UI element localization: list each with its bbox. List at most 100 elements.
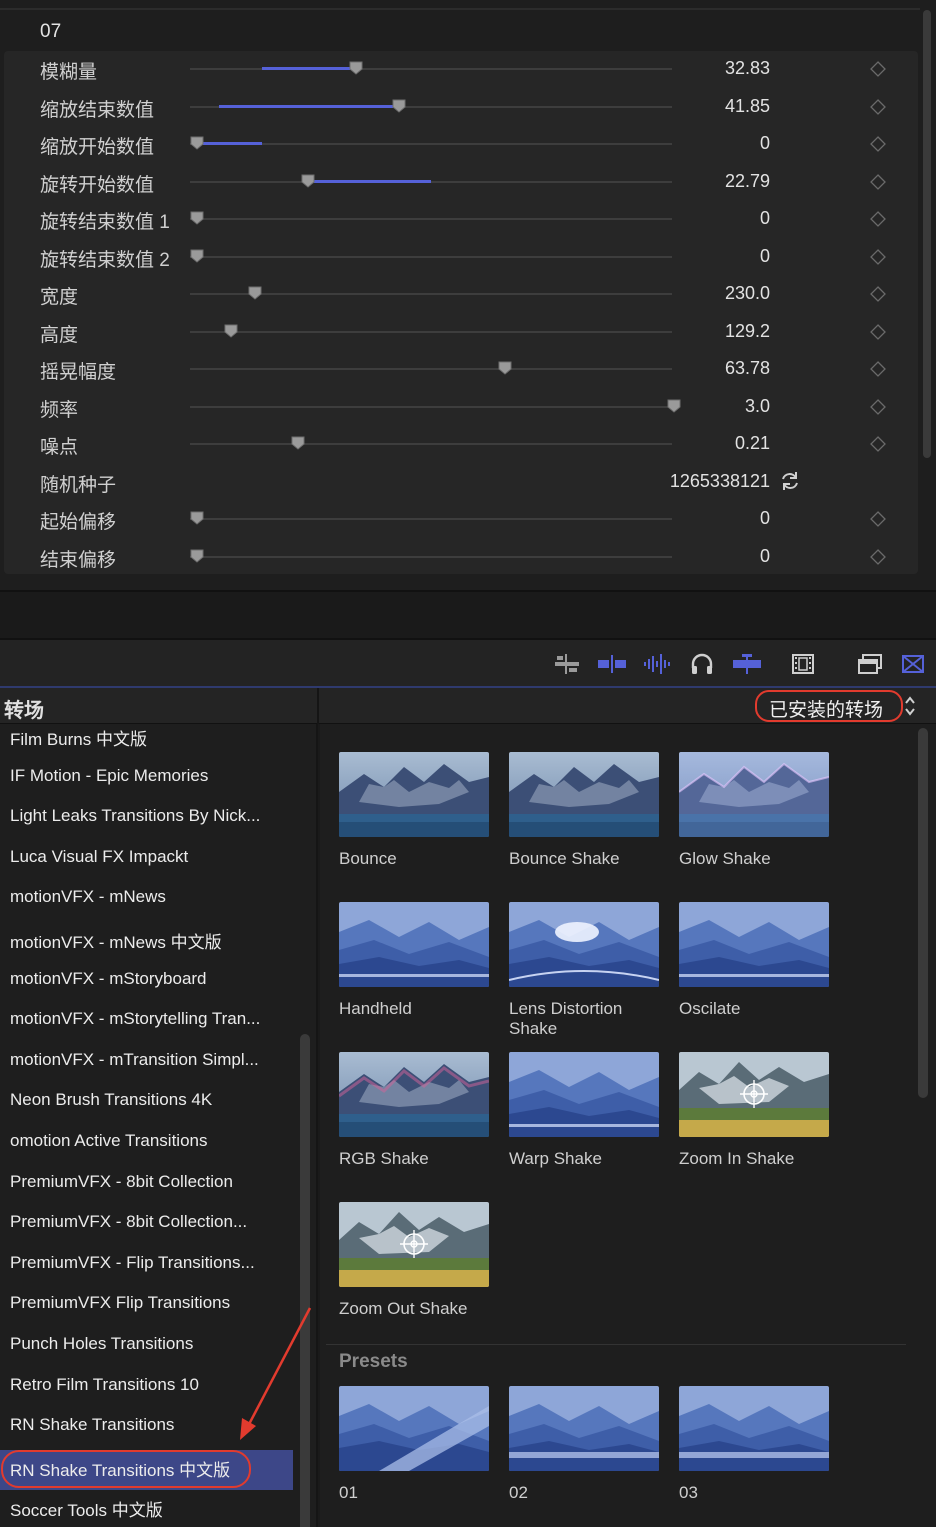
filmstrip-icon[interactable] [788, 650, 818, 678]
slider-track[interactable] [190, 218, 672, 220]
param-value[interactable]: 0 [760, 246, 770, 267]
slider-knob[interactable] [190, 136, 204, 150]
sidebar-scrollbar[interactable] [300, 1034, 310, 1527]
annotation-arrow [240, 1307, 312, 1440]
trim-icon[interactable] [552, 650, 582, 678]
transition-tile[interactable]: RGB Shake [339, 1052, 489, 1169]
column-divider[interactable] [317, 688, 319, 724]
transition-tile[interactable]: 02 [509, 1386, 659, 1503]
installed-transitions-filter[interactable]: 已安装的转场 [755, 690, 903, 722]
transition-tile[interactable]: Zoom Out Shake [339, 1202, 489, 1319]
transitions-icon[interactable] [898, 650, 928, 678]
keyframe-diamond-icon[interactable] [870, 136, 886, 152]
keyframe-diamond-icon[interactable] [870, 398, 886, 415]
slider-knob[interactable] [190, 511, 204, 525]
slider-track[interactable] [190, 555, 672, 558]
sidebar-item[interactable]: motionVFX - mNews [0, 881, 293, 921]
param-value[interactable]: 0 [760, 208, 770, 229]
sidebar-item[interactable]: PremiumVFX - Flip Transitions... [0, 1247, 293, 1287]
param-value[interactable]: 0 [760, 508, 770, 529]
param-value[interactable]: 32.83 [725, 58, 770, 79]
keyframe-diamond-icon[interactable] [870, 211, 886, 227]
slider-track[interactable] [190, 518, 672, 520]
param-value[interactable]: 22.79 [725, 171, 770, 192]
slider-knob[interactable] [224, 324, 238, 338]
refresh-icon[interactable] [779, 470, 801, 492]
keyframe-diamond-icon[interactable] [870, 511, 886, 527]
grid-scrollbar[interactable] [918, 728, 928, 1098]
param-value[interactable]: 1265338121 [670, 471, 770, 492]
slider-knob[interactable] [498, 361, 512, 375]
sidebar-item[interactable]: Luca Visual FX Impackt [0, 841, 293, 881]
slider-track[interactable] [190, 255, 672, 258]
keyframe-diamond-icon[interactable] [870, 173, 886, 190]
sidebar-item[interactable]: IF Motion - Epic Memories [0, 760, 293, 800]
window-icon[interactable] [855, 650, 885, 678]
sidebar-item[interactable]: PremiumVFX - 8bit Collection... [0, 1206, 293, 1246]
slider-track[interactable] [190, 293, 672, 295]
slider-knob[interactable] [248, 286, 262, 300]
inspector-scrollbar[interactable] [923, 10, 931, 458]
keyframe-diamond-icon[interactable] [870, 61, 886, 77]
slider-knob[interactable] [349, 61, 363, 75]
slider-track[interactable] [190, 405, 672, 408]
transition-tile[interactable]: Glow Shake [679, 752, 829, 869]
param-value[interactable]: 0 [760, 133, 770, 154]
sidebar-item[interactable]: motionVFX - mStorytelling Tran... [0, 1003, 293, 1043]
slider-track[interactable] [190, 180, 672, 183]
transition-tile[interactable]: 03 [679, 1386, 829, 1503]
chevron-updown-icon[interactable] [903, 695, 917, 717]
sidebar-item[interactable]: Neon Brush Transitions 4K [0, 1084, 293, 1124]
transition-tile[interactable]: Handheld [339, 902, 489, 1019]
snapping-icon[interactable] [732, 650, 762, 678]
keyframe-diamond-icon[interactable] [870, 323, 886, 340]
marker-icon[interactable] [597, 650, 627, 678]
keyframe-diamond-icon[interactable] [870, 248, 886, 265]
transition-tile[interactable]: Zoom In Shake [679, 1052, 829, 1169]
sidebar-item[interactable]: motionVFX - mStoryboard [0, 963, 293, 1003]
transition-tile[interactable]: Bounce [339, 752, 489, 869]
browser-toolbar [0, 640, 936, 688]
sidebar-item[interactable]: motionVFX - mNews 中文版 [0, 922, 293, 962]
sidebar-item-label: Film Burns 中文版 [10, 730, 147, 749]
sidebar-item[interactable]: PremiumVFX - 8bit Collection [0, 1166, 293, 1206]
sidebar-item[interactable]: Light Leaks Transitions By Nick... [0, 800, 293, 840]
slider-knob[interactable] [667, 399, 681, 413]
transition-tile[interactable]: 01 [339, 1386, 489, 1503]
param-value[interactable]: 129.2 [725, 321, 770, 342]
param-value[interactable]: 0.21 [735, 433, 770, 454]
sidebar-item[interactable]: Film Burns 中文版 [0, 724, 293, 759]
keyframe-diamond-icon[interactable] [870, 286, 886, 302]
param-value[interactable]: 41.85 [725, 96, 770, 117]
slider-track[interactable] [190, 143, 672, 145]
keyframe-diamond-icon[interactable] [870, 548, 886, 565]
param-label: 摇晃幅度 [40, 362, 117, 383]
transition-tile[interactable]: Bounce Shake [509, 752, 659, 869]
param-value[interactable]: 230.0 [725, 283, 770, 304]
sidebar-item[interactable]: omotion Active Transitions [0, 1125, 293, 1165]
slider-knob[interactable] [190, 211, 204, 225]
keyframe-diamond-icon[interactable] [870, 361, 886, 377]
slider-track[interactable] [190, 443, 672, 445]
transition-tile[interactable]: Lens Distortion Shake [509, 902, 659, 1039]
sidebar-item[interactable]: RN Shake Transitions 中文版 [0, 1449, 293, 1490]
param-value[interactable]: 63.78 [725, 358, 770, 379]
panel-splitter[interactable] [0, 590, 936, 640]
slider-knob[interactable] [291, 436, 305, 450]
slider-knob[interactable] [301, 174, 315, 188]
sidebar-item[interactable]: Soccer Tools 中文版 [0, 1490, 293, 1527]
keyframe-diamond-icon[interactable] [870, 436, 886, 452]
transition-tile[interactable]: Oscilate [679, 902, 829, 1019]
keyframe-diamond-icon[interactable] [870, 98, 886, 115]
slider-track[interactable] [190, 368, 672, 370]
slider-knob[interactable] [190, 249, 204, 263]
slider-track[interactable] [190, 330, 672, 333]
slider-knob[interactable] [392, 99, 406, 113]
param-value[interactable]: 3.0 [745, 396, 770, 417]
param-value[interactable]: 0 [760, 546, 770, 567]
audio-waveform-icon[interactable] [642, 650, 672, 678]
sidebar-item[interactable]: motionVFX - mTransition Simpl... [0, 1044, 293, 1084]
transition-tile[interactable]: Warp Shake [509, 1052, 659, 1169]
slider-knob[interactable] [190, 549, 204, 563]
headphones-icon[interactable] [687, 650, 717, 678]
